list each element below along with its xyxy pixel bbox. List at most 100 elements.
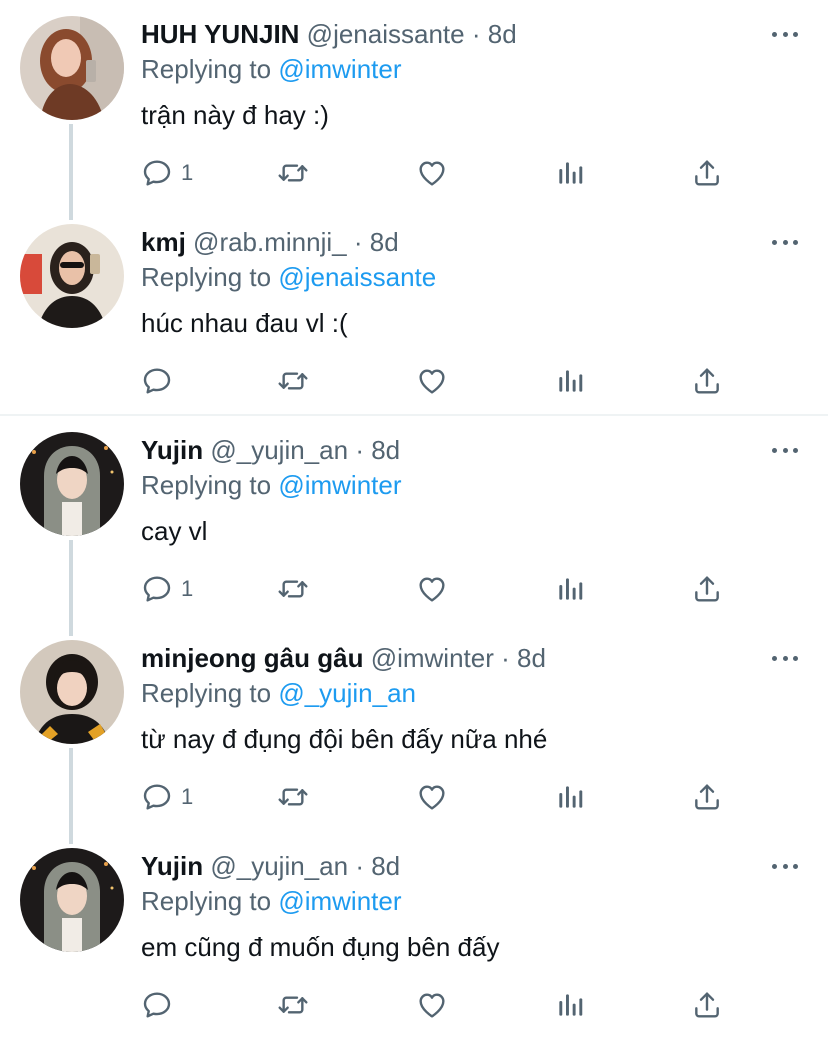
tweet[interactable]: minjeong gâu gâu @imwinter · 8d Replying… bbox=[0, 624, 828, 844]
replying-to: Replying to @_yujin_an bbox=[141, 676, 416, 710]
action-bar bbox=[0, 972, 828, 1032]
replying-to: Replying to @jenaissante bbox=[141, 260, 436, 294]
action-bar bbox=[0, 348, 828, 408]
views-button[interactable] bbox=[554, 572, 586, 606]
timestamp[interactable]: 8d bbox=[371, 435, 400, 465]
views-button[interactable] bbox=[554, 988, 586, 1022]
reply-button[interactable]: 1 bbox=[141, 572, 193, 606]
display-name[interactable]: minjeong gâu gâu bbox=[141, 643, 363, 673]
share-button[interactable] bbox=[691, 780, 723, 814]
more-icon[interactable] bbox=[772, 236, 798, 248]
reply-button[interactable]: 1 bbox=[141, 780, 193, 814]
tweet[interactable]: Yujin @_yujin_an · 8d Replying to @imwin… bbox=[0, 416, 828, 636]
retweet-button[interactable] bbox=[277, 988, 309, 1022]
reply-button[interactable]: 1 bbox=[141, 156, 193, 190]
avatar[interactable] bbox=[20, 16, 124, 120]
display-name[interactable]: HUH YUNJIN bbox=[141, 19, 299, 49]
views-button[interactable] bbox=[554, 156, 586, 190]
timestamp[interactable]: 8d bbox=[371, 851, 400, 881]
share-button[interactable] bbox=[691, 364, 723, 398]
heart-icon bbox=[416, 989, 448, 1021]
like-button[interactable] bbox=[416, 156, 448, 190]
user-handle[interactable]: @rab.minnji_ bbox=[193, 227, 347, 257]
reply-button[interactable] bbox=[141, 364, 181, 398]
mention-link[interactable]: @jenaissante bbox=[278, 262, 436, 292]
more-icon[interactable] bbox=[772, 444, 798, 456]
share-icon bbox=[691, 365, 723, 397]
separator-dot: · bbox=[471, 19, 481, 49]
reply-icon bbox=[141, 365, 173, 397]
reply-button[interactable] bbox=[141, 988, 181, 1022]
tweet[interactable]: Yujin @_yujin_an · 8d Replying to @imwin… bbox=[0, 832, 828, 1040]
replying-to: Replying to @imwinter bbox=[141, 52, 402, 86]
analytics-icon bbox=[554, 157, 586, 189]
display-name[interactable]: kmj bbox=[141, 227, 186, 257]
tweet-text: cay vl bbox=[141, 516, 208, 546]
tweet-text: húc nhau đau vl :( bbox=[141, 308, 348, 338]
timestamp[interactable]: 8d bbox=[370, 227, 399, 257]
reply-count: 1 bbox=[181, 784, 194, 809]
tweet-header: minjeong gâu gâu @imwinter · 8d bbox=[141, 641, 546, 675]
avatar[interactable] bbox=[20, 224, 124, 328]
avatar[interactable] bbox=[20, 432, 124, 536]
timestamp[interactable]: 8d bbox=[517, 643, 546, 673]
share-icon bbox=[691, 989, 723, 1021]
tweet-header: HUH YUNJIN @jenaissante · 8d bbox=[141, 17, 517, 51]
tweet-header: Yujin @_yujin_an · 8d bbox=[141, 849, 400, 883]
analytics-icon bbox=[554, 781, 586, 813]
share-button[interactable] bbox=[691, 988, 723, 1022]
views-button[interactable] bbox=[554, 364, 586, 398]
share-button[interactable] bbox=[691, 572, 723, 606]
tweet-text: em cũng đ muốn đụng bên đấy bbox=[141, 932, 500, 962]
tweet-header: kmj @rab.minnji_ · 8d bbox=[141, 225, 399, 259]
mention-link[interactable]: @imwinter bbox=[278, 470, 401, 500]
replying-to: Replying to @imwinter bbox=[141, 884, 402, 918]
heart-icon bbox=[416, 781, 448, 813]
share-button[interactable] bbox=[691, 156, 723, 190]
retweet-icon bbox=[277, 989, 309, 1021]
separator-dot: · bbox=[353, 227, 363, 257]
like-button[interactable] bbox=[416, 988, 448, 1022]
tweet-text: từ nay đ đụng đội bên đấy nữa nhé bbox=[141, 724, 548, 754]
retweet-icon bbox=[277, 365, 309, 397]
analytics-icon bbox=[554, 573, 586, 605]
like-button[interactable] bbox=[416, 364, 448, 398]
action-bar: 1 bbox=[0, 556, 828, 616]
user-handle[interactable]: @_yujin_an bbox=[210, 851, 348, 881]
heart-icon bbox=[416, 365, 448, 397]
timestamp[interactable]: 8d bbox=[488, 19, 517, 49]
reply-count: 1 bbox=[181, 576, 194, 601]
mention-link[interactable]: @_yujin_an bbox=[278, 678, 416, 708]
user-handle[interactable]: @jenaissante bbox=[307, 19, 465, 49]
tweet[interactable]: kmj @rab.minnji_ · 8d Replying to @jenai… bbox=[0, 208, 828, 416]
reply-icon bbox=[141, 989, 173, 1021]
avatar[interactable] bbox=[20, 848, 124, 952]
replying-to-label: Replying to bbox=[141, 54, 272, 84]
replying-to: Replying to @imwinter bbox=[141, 468, 402, 502]
analytics-icon bbox=[554, 989, 586, 1021]
tweet[interactable]: HUH YUNJIN @jenaissante · 8d Replying to… bbox=[0, 0, 828, 220]
display-name[interactable]: Yujin bbox=[141, 435, 203, 465]
more-icon[interactable] bbox=[772, 652, 798, 664]
views-button[interactable] bbox=[554, 780, 586, 814]
like-button[interactable] bbox=[416, 780, 448, 814]
retweet-button[interactable] bbox=[277, 364, 309, 398]
retweet-button[interactable] bbox=[277, 156, 309, 190]
mention-link[interactable]: @imwinter bbox=[278, 54, 401, 84]
like-button[interactable] bbox=[416, 572, 448, 606]
separator-dot: · bbox=[355, 435, 364, 465]
user-handle[interactable]: @_yujin_an bbox=[210, 435, 348, 465]
retweet-button[interactable] bbox=[277, 572, 309, 606]
user-handle[interactable]: @imwinter bbox=[371, 643, 494, 673]
tweet-text: trận này đ hay :) bbox=[141, 100, 329, 130]
avatar[interactable] bbox=[20, 640, 124, 744]
reply-icon bbox=[141, 573, 173, 605]
share-icon bbox=[691, 781, 723, 813]
mention-link[interactable]: @imwinter bbox=[278, 886, 401, 916]
more-icon[interactable] bbox=[772, 860, 798, 872]
more-icon[interactable] bbox=[772, 28, 798, 40]
action-bar: 1 bbox=[0, 764, 828, 824]
retweet-button[interactable] bbox=[277, 780, 309, 814]
display-name[interactable]: Yujin bbox=[141, 851, 203, 881]
retweet-icon bbox=[277, 781, 309, 813]
